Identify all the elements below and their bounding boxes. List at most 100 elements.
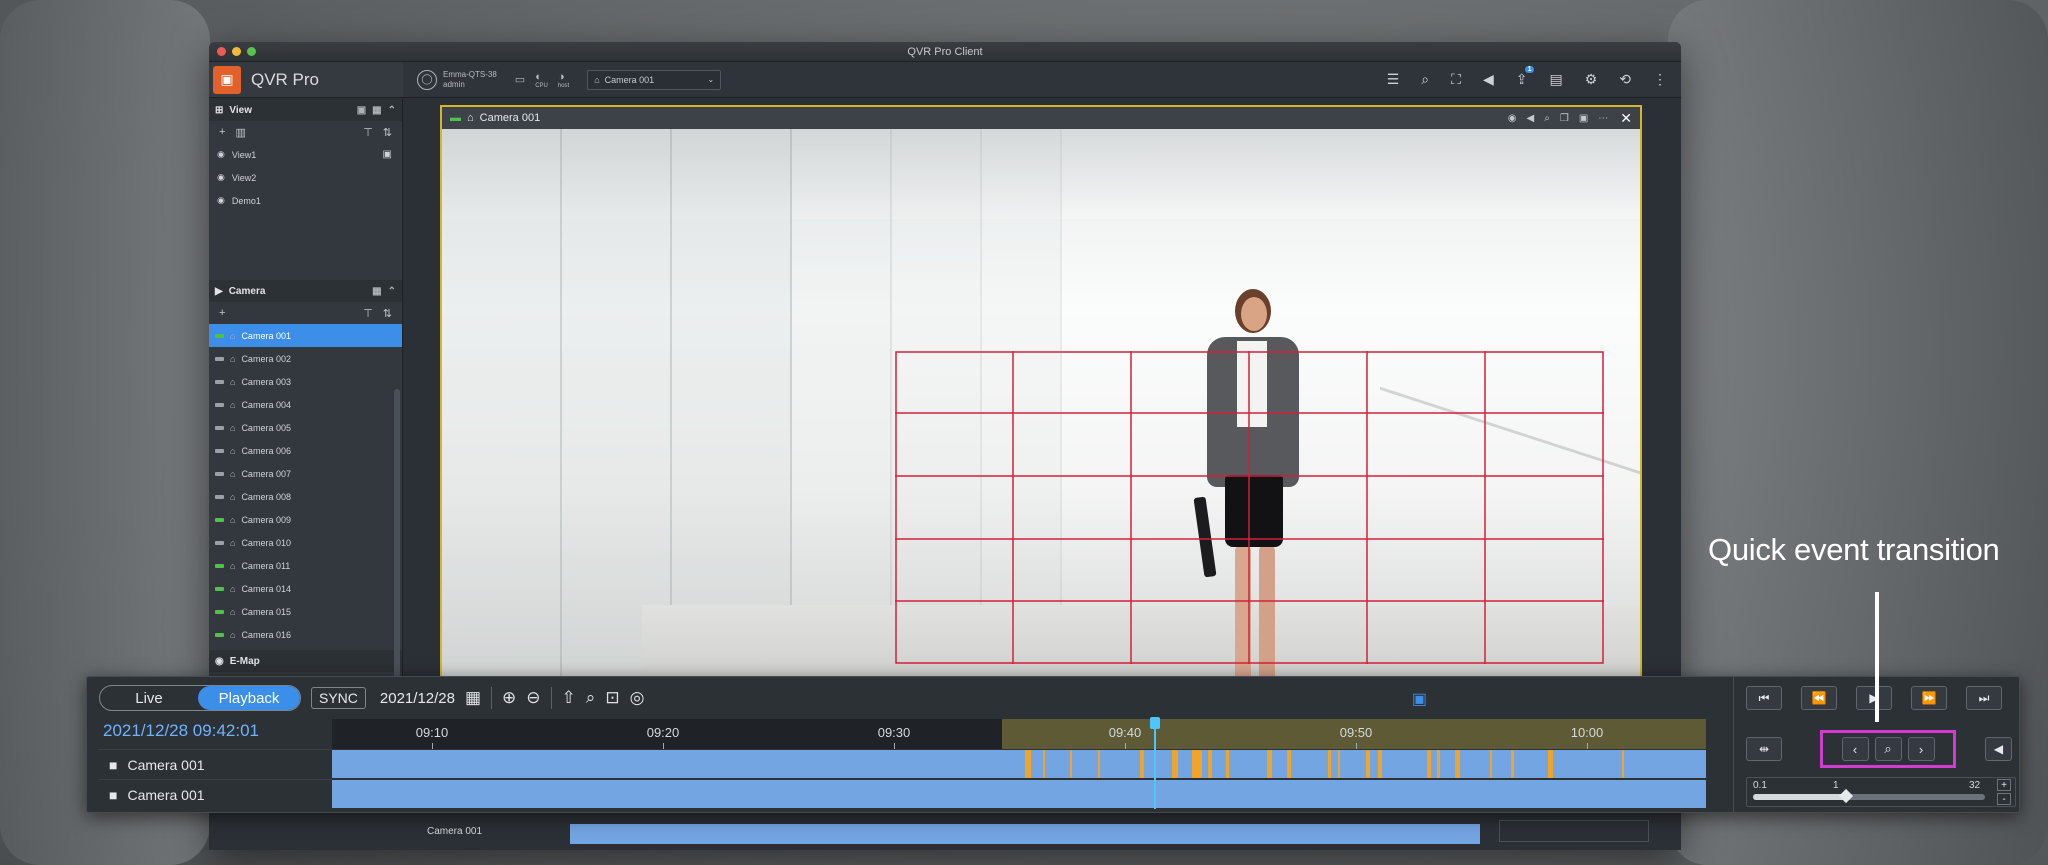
recording-track-2[interactable] xyxy=(332,780,1706,808)
zoom-in-icon[interactable]: ⊕ xyxy=(502,688,516,708)
playhead-line[interactable] xyxy=(1154,719,1156,809)
camera-list-item[interactable]: ⌂ Camera 008 xyxy=(209,485,402,508)
skip-to-start-button[interactable]: ⏮ xyxy=(1746,686,1782,710)
playback-mode-button[interactable]: Playback xyxy=(198,686,300,710)
event-marker[interactable] xyxy=(1338,750,1340,778)
event-marker[interactable] xyxy=(1192,750,1202,778)
camera-sort-icon[interactable]: ⇅ xyxy=(383,307,392,320)
record-button-icon[interactable]: ◎ xyxy=(630,688,645,708)
event-marker[interactable] xyxy=(1172,750,1178,778)
event-marker[interactable] xyxy=(1511,750,1514,778)
play-button[interactable]: ▶ xyxy=(1856,686,1892,710)
list-icon[interactable]: ☰ xyxy=(1387,71,1400,88)
event-marker[interactable] xyxy=(1366,750,1370,778)
event-marker[interactable] xyxy=(1437,750,1440,778)
calendar-icon[interactable]: ▦ xyxy=(465,688,481,708)
chevron-up-icon[interactable]: ⌃ xyxy=(388,105,396,116)
video-viewport[interactable]: ▬ ⌂ Camera 001 ◉ ◀ ⌕ ❐ ▣ ⋯ ✕ xyxy=(440,105,1642,727)
add-view-icon[interactable]: + xyxy=(219,126,225,138)
filter-icon[interactable]: ⊤ xyxy=(363,126,373,139)
camera-list-item[interactable]: ⌂ Camera 002 xyxy=(209,347,402,370)
camera-list-item[interactable]: ⌂ Camera 006 xyxy=(209,439,402,462)
mode-toggle[interactable]: Live Playback xyxy=(99,685,301,711)
event-marker[interactable] xyxy=(1455,750,1460,778)
event-marker[interactable] xyxy=(1226,750,1229,778)
event-marker[interactable] xyxy=(1548,750,1553,778)
previous-frame-button[interactable]: ⏪ xyxy=(1801,686,1837,710)
camera-list-item[interactable]: ⌂ Camera 010 xyxy=(209,531,402,554)
view-item[interactable]: ◉ View2 xyxy=(209,166,402,189)
layout-icon[interactable]: ▦ xyxy=(372,105,381,116)
copy-icon[interactable]: ❐ xyxy=(1560,113,1569,124)
add-camera-icon[interactable]: + xyxy=(219,307,225,319)
logout-icon[interactable]: ⟲ xyxy=(1619,71,1631,88)
recording-track-1[interactable] xyxy=(332,750,1706,778)
view-item[interactable]: ◉ Demo1 xyxy=(209,189,402,212)
previous-event-button[interactable]: ‹ xyxy=(1841,737,1869,761)
event-marker[interactable] xyxy=(1098,750,1100,778)
event-marker[interactable] xyxy=(1490,750,1492,778)
bookmark-icon[interactable]: ⊡ xyxy=(605,688,619,708)
camera-list-item[interactable]: ⌂ Camera 005 xyxy=(209,416,402,439)
camera-list-item[interactable]: ⌂ Camera 007 xyxy=(209,462,402,485)
device-icon[interactable]: ▤ xyxy=(1549,71,1562,88)
save-icon[interactable]: ▣ xyxy=(383,149,392,160)
event-marker[interactable] xyxy=(1070,750,1072,778)
zoom-icon[interactable]: ⌕ xyxy=(1544,113,1550,124)
fit-timeline-button[interactable]: ⇹ xyxy=(1746,737,1782,761)
zoom-out-icon[interactable]: ⊖ xyxy=(526,688,540,708)
close-icon[interactable]: ✕ xyxy=(1620,110,1632,127)
event-marker[interactable] xyxy=(1622,750,1624,778)
speed-decrease-button[interactable]: - xyxy=(1997,793,2011,805)
live-mode-button[interactable]: Live xyxy=(100,686,198,710)
audio-icon[interactable]: ◀ xyxy=(1527,113,1535,124)
export-icon[interactable]: ⇧ xyxy=(562,688,576,708)
camera-list-item[interactable]: ⌂ Camera 011 xyxy=(209,554,402,577)
monitor-icon[interactable]: ▭ xyxy=(515,73,525,86)
gear-icon[interactable]: ⚙ xyxy=(1585,71,1598,88)
record-icon[interactable]: ◉ xyxy=(1508,113,1517,124)
speed-slider[interactable] xyxy=(1753,794,1985,800)
event-marker[interactable] xyxy=(1287,750,1291,778)
event-marker[interactable] xyxy=(1025,750,1031,778)
next-frame-button[interactable]: ⏩ xyxy=(1911,686,1947,710)
skip-to-end-button[interactable]: ⏭ xyxy=(1966,686,2002,710)
more-icon[interactable]: ⋮ xyxy=(1653,71,1667,88)
time-ruler[interactable]: 09:10 09:20 09:30 09:40 09:50 10:00 xyxy=(332,719,1706,749)
camera-list-item[interactable]: ⌂ Camera 001 xyxy=(209,324,402,347)
sidebar-scrollbar[interactable] xyxy=(394,389,400,709)
camera-sync-icon[interactable]: ▣ xyxy=(1412,689,1427,709)
emap-section-header[interactable]: ◉ E-Map xyxy=(209,650,402,672)
camera-list-item[interactable]: ⌂ Camera 003 xyxy=(209,370,402,393)
search-icon[interactable]: ⌕ xyxy=(1421,71,1429,88)
event-marker[interactable] xyxy=(1208,750,1212,778)
volume-icon[interactable]: ◀ xyxy=(1483,71,1494,88)
view-item[interactable]: ◉ View1 ▣ xyxy=(209,143,402,166)
search-event-icon[interactable]: ⌕ xyxy=(586,688,596,708)
lock-icon[interactable]: ▣ xyxy=(357,105,366,116)
camera-list-item[interactable]: ⌂ Camera 016 xyxy=(209,623,402,646)
camera-list-item[interactable]: ⌂ Camera 015 xyxy=(209,600,402,623)
camera-layout-icon[interactable]: ▦ xyxy=(372,286,381,297)
notification-icon[interactable]: ⇪ 1 xyxy=(1516,66,1535,88)
sort-icon[interactable]: ⇅ xyxy=(383,126,392,139)
next-event-button[interactable]: › xyxy=(1907,737,1935,761)
camera-chevron-up-icon[interactable]: ⌃ xyxy=(388,286,396,297)
split-icon[interactable]: ▥ xyxy=(235,126,245,139)
speed-slider-handle[interactable] xyxy=(1838,788,1853,804)
camera-select[interactable]: ⌂ Camera 001 ⌄ xyxy=(587,69,722,90)
event-marker[interactable] xyxy=(1043,750,1045,778)
camera-list-item[interactable]: ⌂ Camera 004 xyxy=(209,393,402,416)
event-marker[interactable] xyxy=(1140,750,1144,778)
camera-list-item[interactable]: ⌂ Camera 014 xyxy=(209,577,402,600)
event-marker[interactable] xyxy=(1267,750,1272,778)
fullscreen-icon[interactable]: ⛶ xyxy=(1451,71,1461,88)
reverse-play-button[interactable]: ◀ xyxy=(1985,737,2012,761)
view-section-header[interactable]: ⊞ View ▣ ▦ ⌃ xyxy=(209,99,402,121)
more-options-icon[interactable]: ⋯ xyxy=(1598,113,1608,124)
user-info[interactable]: ◯ Emma-QTS-38 admin xyxy=(417,69,497,90)
camera-list-item[interactable]: ⌂ Camera 009 xyxy=(209,508,402,531)
event-search-button[interactable]: ⌕ xyxy=(1874,737,1902,761)
camera-section-header[interactable]: ▶ Camera ▦ ⌃ xyxy=(209,280,402,302)
event-marker[interactable] xyxy=(1378,750,1382,778)
